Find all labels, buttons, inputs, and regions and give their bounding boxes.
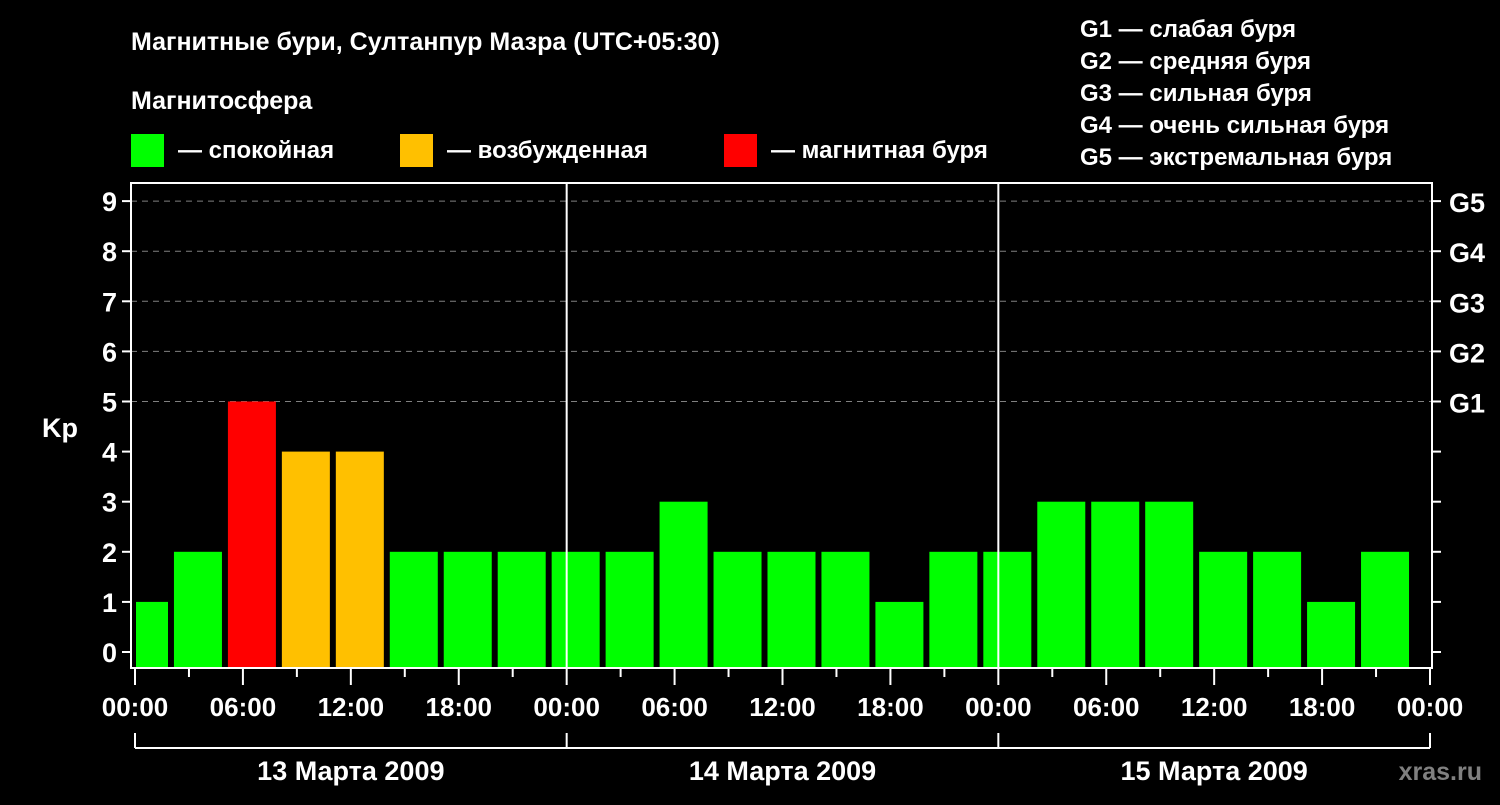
kp-chart: Магнитные бури, Султанпур Мазра (UTC+05:… (42, 16, 1485, 786)
day-label: 13 Марта 2009 (257, 756, 444, 786)
kp-bar (875, 601, 924, 668)
x-tick-label: 12:00 (318, 692, 385, 722)
kp-bar (1199, 551, 1248, 668)
kp-bar (1145, 501, 1194, 668)
kp-bar (659, 501, 708, 668)
x-tick-label: 18:00 (426, 692, 493, 722)
legend-label: — магнитная буря (771, 137, 988, 164)
g-scale-item: G4 — очень сильная буря (1080, 112, 1389, 139)
grid (131, 200, 1432, 402)
kp-bar (1091, 501, 1140, 668)
x-tick-label: 06:00 (641, 692, 708, 722)
kp-bar (713, 551, 762, 668)
x-tick-label: 06:00 (210, 692, 277, 722)
g-tick-label: G2 (1449, 338, 1485, 368)
kp-bar (1307, 601, 1356, 668)
x-tick-label: 18:00 (1289, 692, 1356, 722)
kp-bar (497, 551, 546, 668)
kp-bar (605, 551, 654, 668)
g-scale-item: G3 — сильная буря (1080, 80, 1312, 107)
y-axis-label: Kp (42, 413, 78, 443)
legend-swatch (400, 134, 433, 167)
y-tick-label: 8 (102, 237, 117, 267)
y-tick-label: 3 (102, 488, 117, 518)
kp-bar (335, 451, 384, 668)
legend-swatch (724, 134, 757, 167)
chart-title: Магнитные бури, Султанпур Мазра (UTC+05:… (131, 28, 720, 56)
x-tick-label: 12:00 (749, 692, 816, 722)
g-tick-label: G5 (1449, 188, 1485, 218)
legend-label: — спокойная (178, 137, 334, 164)
y-tick-label: 1 (102, 588, 117, 618)
kp-bar (173, 551, 222, 668)
kp-bar (1037, 501, 1086, 668)
g-scale-item: G1 — слабая буря (1080, 16, 1296, 43)
watermark: xras.ru (1399, 758, 1482, 786)
g-tick-label: G3 (1449, 288, 1485, 318)
g-tick-label: G4 (1449, 238, 1485, 268)
x-tick-label: 00:00 (1397, 692, 1464, 722)
kp-bar (227, 401, 276, 668)
y-tick-label: 2 (102, 538, 117, 568)
kp-bar (983, 551, 1032, 668)
kp-bar (443, 551, 492, 668)
legend-swatch (131, 134, 164, 167)
x-tick-label: 00:00 (533, 692, 600, 722)
kp-bar (1361, 551, 1410, 668)
day-label: 14 Марта 2009 (689, 756, 876, 786)
day-label: 15 Марта 2009 (1121, 756, 1308, 786)
bars (136, 401, 1410, 668)
legend: — спокойная — возбужденная — магнитная бур… (131, 134, 988, 167)
y-tick-label: 4 (102, 438, 117, 468)
x-tick-label: 18:00 (857, 692, 924, 722)
kp-bar (1253, 551, 1302, 668)
y-tick-label: 5 (102, 388, 117, 418)
kp-bar (281, 451, 330, 668)
kp-bar (389, 551, 438, 668)
kp-bar (136, 601, 168, 668)
legend-label: — возбужденная (447, 137, 648, 164)
kp-bar (821, 551, 870, 668)
x-tick-label: 00:00 (965, 692, 1032, 722)
kp-bar (929, 551, 978, 668)
y-tick-label: 7 (102, 287, 117, 317)
g-scale-legend: G1 — слабая буря G2 — средняя буря G3 — си… (1080, 16, 1392, 171)
y-tick-label: 9 (102, 187, 117, 217)
kp-bar (551, 551, 600, 668)
g-scale-item: G5 — экстремальная буря (1080, 144, 1392, 171)
x-tick-label: 12:00 (1181, 692, 1248, 722)
x-tick-label: 00:00 (102, 692, 169, 722)
g-tick-label: G1 (1449, 389, 1485, 419)
y-tick-label: 0 (102, 638, 117, 668)
x-tick-label: 06:00 (1073, 692, 1140, 722)
g-scale-item: G2 — средняя буря (1080, 48, 1311, 75)
y-tick-label: 6 (102, 337, 117, 367)
kp-bar (767, 551, 816, 668)
legend-title: Магнитосфера (131, 87, 313, 115)
